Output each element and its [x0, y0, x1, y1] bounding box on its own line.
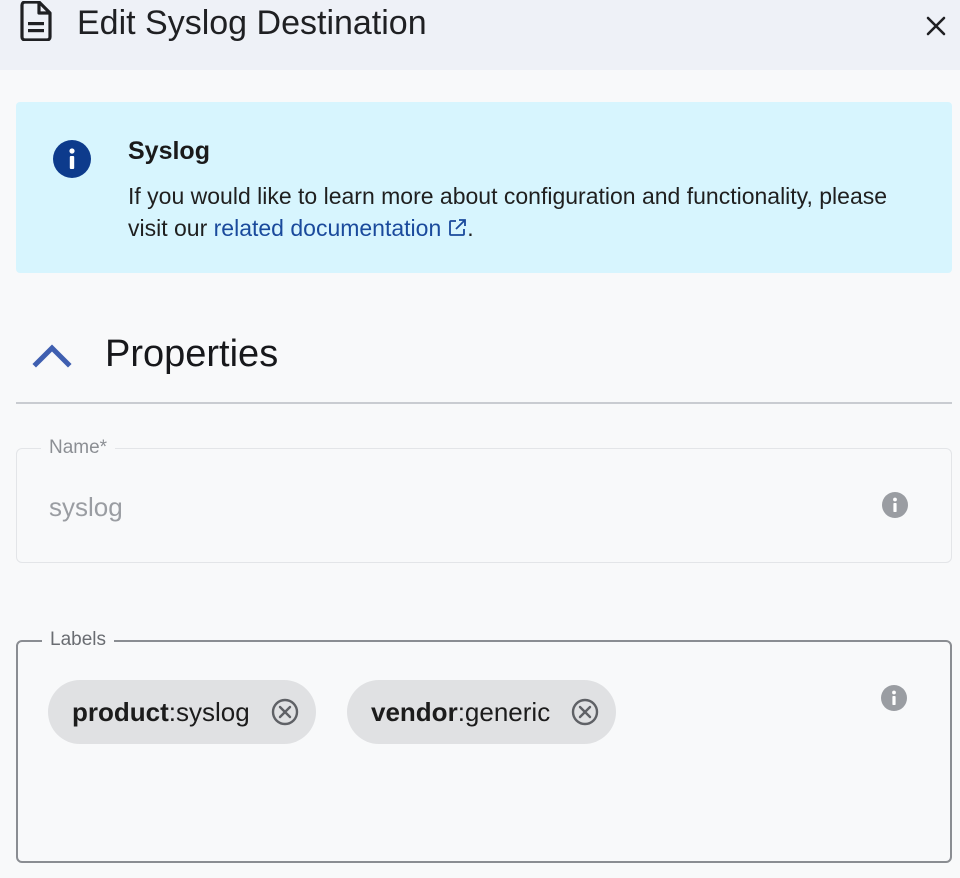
close-button[interactable] — [918, 8, 954, 44]
remove-circle-icon[interactable] — [270, 697, 300, 727]
documentation-link-label: related documentation — [213, 215, 442, 241]
name-field[interactable]: Name* syslog — [16, 436, 952, 563]
dialog-header: Edit Syslog Destination — [0, 0, 960, 70]
name-field-label: Name* — [41, 436, 116, 460]
remove-circle-icon[interactable] — [570, 697, 600, 727]
banner-text-after: . — [467, 215, 474, 241]
name-field-value[interactable]: syslog — [49, 491, 123, 523]
banner-title: Syslog — [128, 137, 210, 165]
properties-title: Properties — [105, 333, 279, 375]
document-icon — [20, 1, 52, 41]
documentation-link[interactable]: related documentation — [214, 215, 468, 241]
label-chip[interactable]: product:syslog — [48, 680, 316, 744]
dialog-title: Edit Syslog Destination — [77, 4, 427, 42]
labels-field-label: Labels — [42, 628, 114, 652]
chip-text: vendor:generic — [371, 697, 551, 727]
label-chip[interactable]: vendor:generic — [347, 680, 617, 744]
chip-key: vendor — [371, 697, 458, 727]
info-icon[interactable] — [881, 491, 909, 519]
chip-text: product:syslog — [72, 697, 250, 727]
chevron-up-icon[interactable] — [32, 336, 72, 372]
labels-field[interactable]: Labels product:syslog vendor:generic — [16, 628, 952, 863]
info-icon[interactable] — [880, 684, 908, 712]
external-link-icon — [449, 219, 467, 236]
info-banner: Syslog If you would like to learn more a… — [16, 102, 952, 273]
chip-value: generic — [464, 697, 551, 727]
chip-value: syslog — [176, 697, 250, 727]
chip-key: product — [72, 697, 169, 727]
properties-section-header[interactable]: Properties — [16, 316, 952, 404]
close-icon — [926, 16, 946, 36]
info-icon — [53, 140, 91, 178]
banner-text: If you would like to learn more about co… — [128, 180, 928, 244]
